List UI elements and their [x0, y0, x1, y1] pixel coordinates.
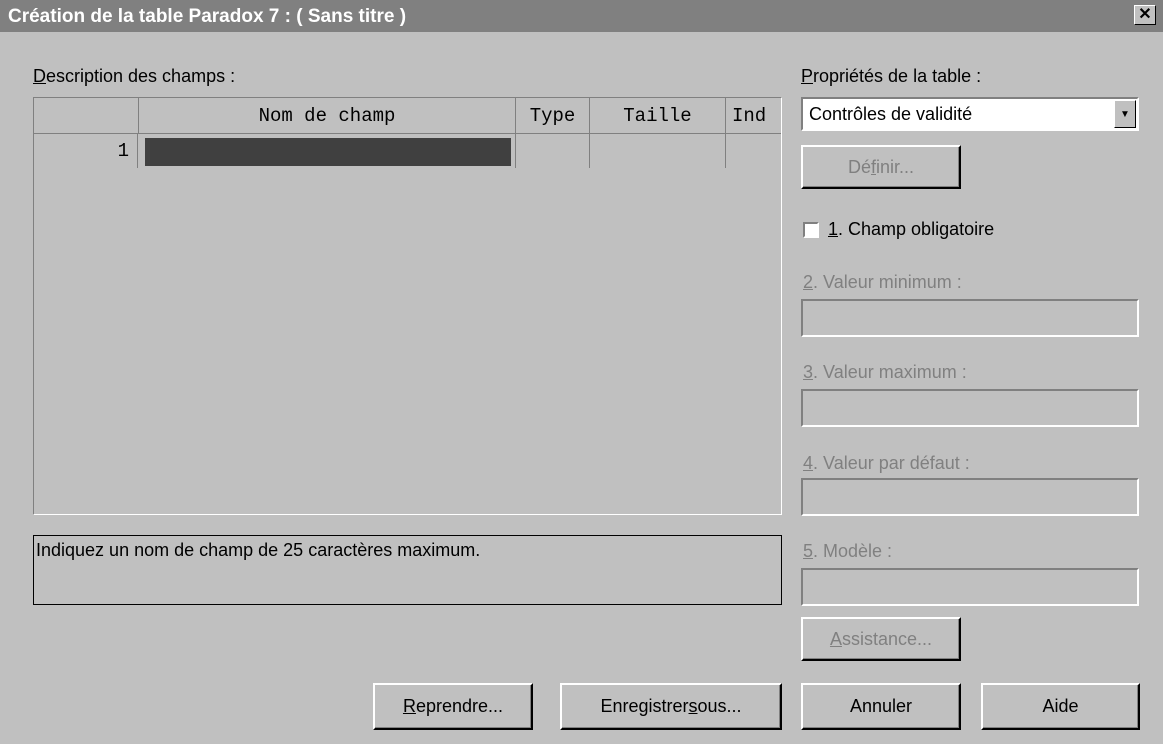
hint-message: Indiquez un nom de champ de 25 caractère… — [33, 535, 782, 605]
close-button[interactable]: ✕ — [1134, 5, 1156, 25]
grid-header-type[interactable]: Type — [516, 98, 590, 134]
grid-header-field-name[interactable]: Nom de champ — [139, 98, 516, 134]
picture-label: 5. Modèle : — [803, 541, 893, 561]
min-value-label: 2. Valeur minimum : — [803, 272, 962, 292]
dropdown-button[interactable]: ▼ — [1114, 100, 1136, 128]
fields-grid[interactable]: Nom de champ Type Taille Ind 1 — [33, 97, 782, 515]
grid-header-index[interactable]: Ind — [726, 98, 781, 134]
table-properties-select[interactable]: Contrôles de validité ▼ — [801, 97, 1139, 131]
field-type-cell[interactable] — [516, 134, 590, 168]
field-name-input[interactable] — [145, 138, 511, 166]
table-properties-selected: Contrôles de validité — [809, 104, 973, 124]
grid-header-size[interactable]: Taille — [590, 98, 726, 134]
field-index-cell[interactable] — [726, 134, 781, 168]
max-value-field[interactable] — [801, 389, 1139, 427]
chevron-down-icon: ▼ — [1120, 108, 1130, 120]
restructure-button[interactable]: Reprendre... — [373, 683, 533, 730]
define-button[interactable]: Dé f inir... — [801, 145, 961, 189]
picture-field[interactable] — [801, 568, 1139, 606]
help-button[interactable]: Aide — [981, 683, 1140, 730]
min-value-field[interactable] — [801, 299, 1139, 337]
save-as-button[interactable]: Enregistrer s ous... — [560, 683, 782, 730]
fields-description-label: Description des champs : — [33, 66, 236, 86]
grid-header-corner — [34, 98, 139, 134]
required-field-label: 1. Champ obligatoire — [828, 219, 995, 239]
default-value-label: 4. Valeur par défaut : — [803, 453, 970, 473]
field-size-cell[interactable] — [590, 134, 726, 168]
table-row-number: 1 — [34, 134, 138, 168]
cancel-button[interactable]: Annuler — [801, 683, 961, 730]
max-value-label: 3. Valeur maximum : — [803, 362, 967, 382]
window-title: Création de la table Paradox 7 : ( Sans … — [8, 6, 407, 27]
default-value-field[interactable] — [801, 478, 1139, 516]
table-properties-label: Propriétés de la table : — [801, 66, 982, 86]
close-icon: ✕ — [1138, 6, 1152, 23]
required-field-checkbox[interactable] — [803, 222, 819, 238]
assist-button[interactable]: Assistance... — [801, 617, 961, 661]
